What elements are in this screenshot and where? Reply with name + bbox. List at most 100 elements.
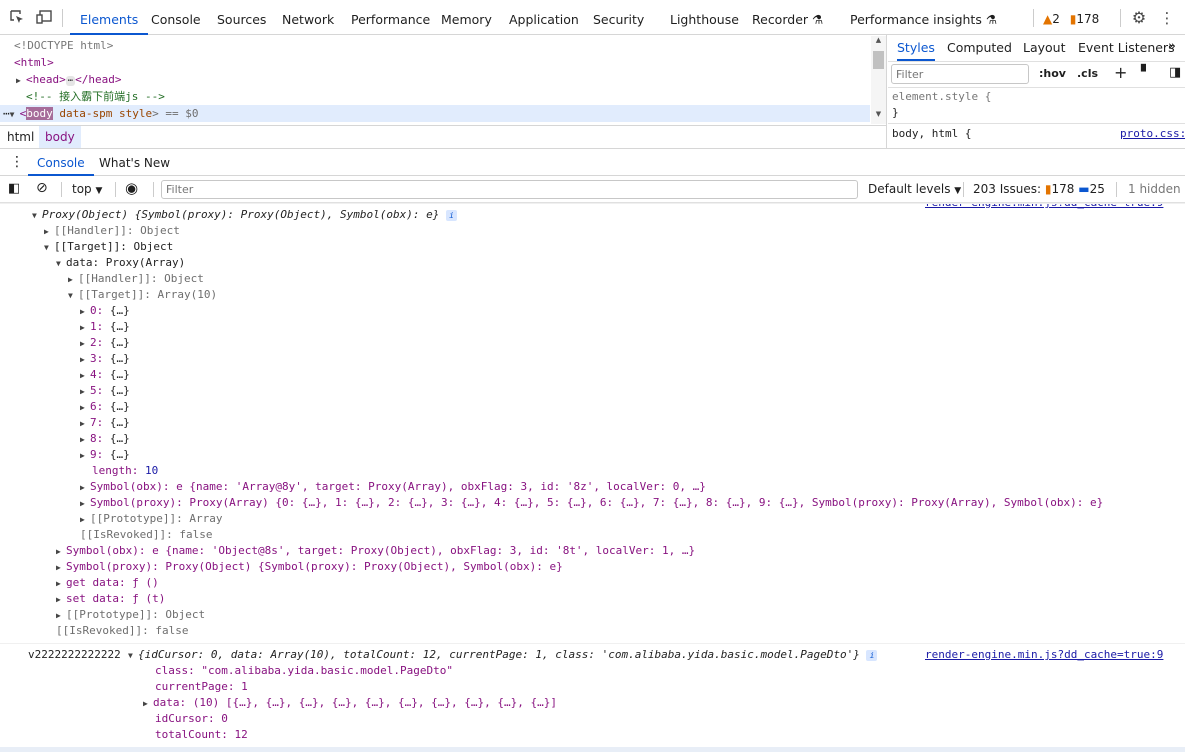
tab-application[interactable]: Application [509, 0, 579, 35]
tree-row-item-7[interactable]: ▶ 7: {…} [80, 415, 130, 431]
tree-row-handler[interactable]: ▶ [[Handler]]: Object [44, 223, 180, 239]
tree-row-symbol-proxy-array[interactable]: ▶ Symbol(proxy): Proxy(Array) {0: {…}, 1:… [80, 495, 1103, 511]
tree-row-data-handler[interactable]: ▶ [[Handler]]: Object [68, 271, 204, 287]
toggle-sidebar-icon[interactable]: ◨ [1169, 65, 1181, 80]
tree-row-symbol-obx-object[interactable]: ▶ Symbol(obx): e {name: 'Object@8s', targ… [56, 543, 695, 559]
tree-row-symbol-obx-array[interactable]: ▶ Symbol(obx): e {name: 'Array@8y', targe… [80, 479, 706, 495]
breadcrumb-item-html[interactable]: html [7, 130, 34, 144]
styles-filter-input[interactable] [891, 64, 1029, 84]
horizontal-scrollbar[interactable] [0, 747, 1185, 752]
tab-memory[interactable]: Memory [441, 0, 492, 35]
log-levels-dropdown[interactable]: Default levels ▼ [868, 182, 961, 196]
tree-row-set-data[interactable]: ▶ set data: ƒ (t) [56, 591, 165, 607]
clear-console-icon[interactable]: ⊘ [36, 180, 48, 196]
tab-layout[interactable]: Layout [1023, 35, 1066, 61]
hov-toggle[interactable]: :hov [1039, 67, 1066, 80]
doctype-line[interactable]: <!DOCTYPE html> [14, 37, 113, 54]
scroll-down-arrow-icon[interactable]: ▼ [871, 110, 886, 124]
tab-computed[interactable]: Computed [947, 35, 1012, 61]
tab-network[interactable]: Network [282, 0, 334, 35]
cls-toggle[interactable]: .cls [1077, 67, 1098, 80]
gear-icon[interactable]: ⚙ [1130, 9, 1148, 27]
more-options-icon[interactable]: ⋮ [1158, 9, 1176, 27]
tab-recorder[interactable]: Recorder ⚗ [752, 0, 823, 35]
tree-row-data-array[interactable]: ▶ data: (10) [{…}, {…}, {…}, {…}, {…}, {…… [143, 695, 557, 711]
tree-row-current-page[interactable]: currentPage: 1 [155, 679, 248, 695]
tree-row-item-6[interactable]: ▶ 6: {…} [80, 399, 130, 415]
drawer-menu-icon[interactable]: ⋮ [10, 154, 24, 170]
tab-sources[interactable]: Sources [217, 0, 266, 35]
tree-row-total-count[interactable]: totalCount: 12 [155, 727, 248, 743]
scrollbar-thumb[interactable] [873, 51, 884, 69]
head-tag-line[interactable]: ▶ <head> ⋯ </head> [16, 71, 122, 88]
tab-performance-insights-label: Performance insights [850, 12, 982, 27]
rule-selector[interactable]: body, html { [892, 127, 971, 140]
issues-counter[interactable]: ▲2 ▮178 [1043, 12, 1099, 26]
tab-performance-insights[interactable]: Performance insights ⚗ [850, 0, 997, 35]
expand-arrow-icon: ▶ [44, 227, 49, 236]
tab-styles[interactable]: Styles [897, 35, 935, 61]
drawer-tab-console[interactable]: Console [28, 149, 94, 176]
expand-arrow-icon[interactable]: ▶ [16, 72, 26, 89]
new-style-rule-icon[interactable]: + [1114, 63, 1127, 82]
tree-row-item-4[interactable]: ▶ 4: {…} [80, 367, 130, 383]
tree-row-prototype-object[interactable]: ▶ [[Prototype]]: Object [56, 607, 205, 623]
more-tabs-chevron-icon[interactable]: » [1168, 39, 1176, 54]
toolbar-divider [153, 182, 154, 197]
source-link[interactable]: render-engine.min.js?dd_cache=true:9 [925, 203, 1163, 211]
tree-row-target[interactable]: ▼ [[Target]]: Object [44, 239, 173, 255]
tab-security[interactable]: Security [593, 0, 644, 35]
collapse-arrow-icon[interactable]: ▼ [10, 106, 20, 123]
tree-row-revoked-object[interactable]: [[IsRevoked]]: false [56, 623, 188, 639]
tree-row-item-5[interactable]: ▶ 5: {…} [80, 383, 130, 399]
tab-elements[interactable]: Elements [70, 0, 149, 35]
body-tag-line-selected[interactable]: ⋯▼ <body data-spm style> == $0 [0, 105, 870, 122]
breadcrumb-item-body[interactable]: body [39, 126, 81, 148]
tree-row-get-data[interactable]: ▶ get data: ƒ () [56, 575, 159, 591]
tree-row-prototype-array[interactable]: ▶ [[Prototype]]: Array [80, 511, 222, 527]
tree-row-item-3[interactable]: ▶ 3: {…} [80, 351, 130, 367]
tree-row-item-8[interactable]: ▶ 8: {…} [80, 431, 130, 447]
eye-icon[interactable]: ◉ [125, 179, 138, 197]
tree-row-symbol-proxy-object[interactable]: ▶ Symbol(proxy): Proxy(Object) {Symbol(pr… [56, 559, 563, 575]
tree-row-proxy-root[interactable]: ▼ Proxy(Object) {Symbol(proxy): Proxy(Obj… [32, 207, 457, 223]
console-filter-input[interactable] [161, 180, 858, 199]
tree-row-data-target[interactable]: ▼ [[Target]]: Array(10) [68, 287, 217, 303]
tab-lighthouse[interactable]: Lighthouse [670, 0, 739, 35]
context-selector[interactable]: top ▼ [72, 182, 102, 196]
tab-event-listeners[interactable]: Event Listeners [1078, 35, 1175, 61]
tree-row-revoked-array[interactable]: [[IsRevoked]]: false [80, 527, 212, 543]
tree-row-item-1[interactable]: ▶ 1: {…} [80, 319, 130, 335]
element-style-selector[interactable]: element.style { [892, 90, 991, 103]
item-value: {…} [109, 448, 130, 461]
drawer-tab-whats-new[interactable]: What's New [99, 149, 170, 176]
show-sidebar-icon[interactable]: ◧ [8, 181, 20, 196]
symbol-obx-object-label: Symbol(obx): e {name: 'Object@8s', targe… [66, 544, 696, 557]
more-icon[interactable]: ⋯ [0, 107, 10, 120]
paint-roller-icon[interactable]: ▘ [1141, 65, 1151, 80]
tab-console[interactable]: Console [151, 0, 201, 35]
html-tag-line[interactable]: <html> [14, 54, 54, 71]
tree-row-length[interactable]: length: 10 [92, 463, 158, 479]
tree-row-item-0[interactable]: ▶ 0: {…} [80, 303, 130, 319]
collapsed-ellipsis[interactable]: ⋯ [65, 76, 76, 86]
handler-label: [[Handler]]: Object [54, 224, 180, 237]
tree-row-item-2[interactable]: ▶ 2: {…} [80, 335, 130, 351]
tree-row-id-cursor[interactable]: idCursor: 0 [155, 711, 228, 727]
issues-info-count: 25 [1089, 182, 1105, 196]
tree-row-data[interactable]: ▼ data: Proxy(Array) [56, 255, 185, 271]
inspect-element-icon[interactable] [8, 9, 26, 27]
device-toolbar-icon[interactable] [35, 9, 53, 27]
tree-row-item-9[interactable]: ▶ 9: {…} [80, 447, 130, 463]
rule-source-link[interactable]: proto.css: [1120, 127, 1185, 140]
issues-summary[interactable]: 203 Issues: ▮178 ▬25 [973, 182, 1105, 196]
expand-arrow-icon: ▶ [80, 451, 85, 460]
dropdown-arrow-icon: ▼ [95, 186, 103, 196]
tree-row-class[interactable]: class: "com.alibaba.yida.basic.model.Pag… [155, 663, 453, 679]
tree-row-log-object[interactable]: ▼ {idCursor: 0, data: Array(10), totalCou… [128, 647, 878, 663]
scroll-up-arrow-icon[interactable]: ▲ [871, 36, 886, 50]
tab-performance[interactable]: Performance [351, 0, 430, 35]
comment-line[interactable]: <!-- 接入霸下前端js --> [26, 88, 165, 105]
source-link[interactable]: render-engine.min.js?dd_cache=true:9 [925, 647, 1163, 663]
elements-scrollbar[interactable]: ▲ ▼ [871, 36, 886, 124]
